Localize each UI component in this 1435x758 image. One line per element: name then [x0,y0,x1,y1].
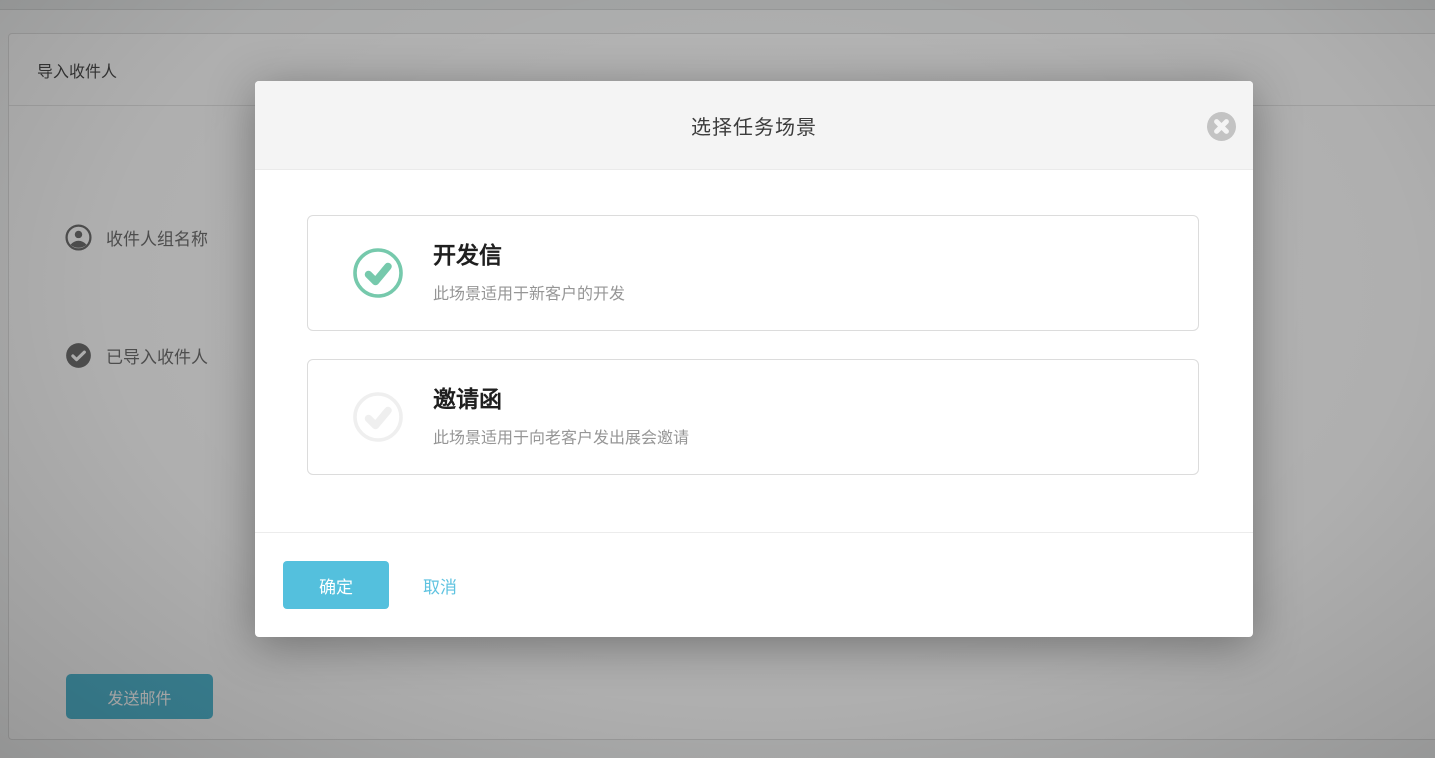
option-title: 开发信 [433,242,625,270]
modal-title: 选择任务场景 [691,111,817,140]
option-description: 此场景适用于新客户的开发 [433,280,625,304]
close-icon[interactable] [1206,111,1237,142]
option-title: 邀请函 [433,386,689,414]
modal-footer: 确定 取消 [255,532,1253,637]
task-scenario-modal: 选择任务场景 开发信 此场景适用于新客户的开发 [255,81,1253,637]
option-card-invitation-letter[interactable]: 邀请函 此场景适用于向老客户发出展会邀请 [307,359,1199,475]
check-unselected-icon [352,391,404,443]
option-card-development-letter[interactable]: 开发信 此场景适用于新客户的开发 [307,215,1199,331]
modal-header: 选择任务场景 [255,81,1253,170]
option-text: 开发信 此场景适用于新客户的开发 [433,242,625,305]
option-text: 邀请函 此场景适用于向老客户发出展会邀请 [433,386,689,449]
confirm-button[interactable]: 确定 [283,561,389,609]
screen: 导入收件人 收件人组名称 已导入收件人 发送邮件 [0,0,1435,758]
option-description: 此场景适用于向老客户发出展会邀请 [433,424,689,448]
cancel-link[interactable]: 取消 [423,573,457,598]
modal-body: 开发信 此场景适用于新客户的开发 邀请函 此场景适用于向老客户发出展会邀请 [255,170,1253,532]
check-selected-icon [352,247,404,299]
